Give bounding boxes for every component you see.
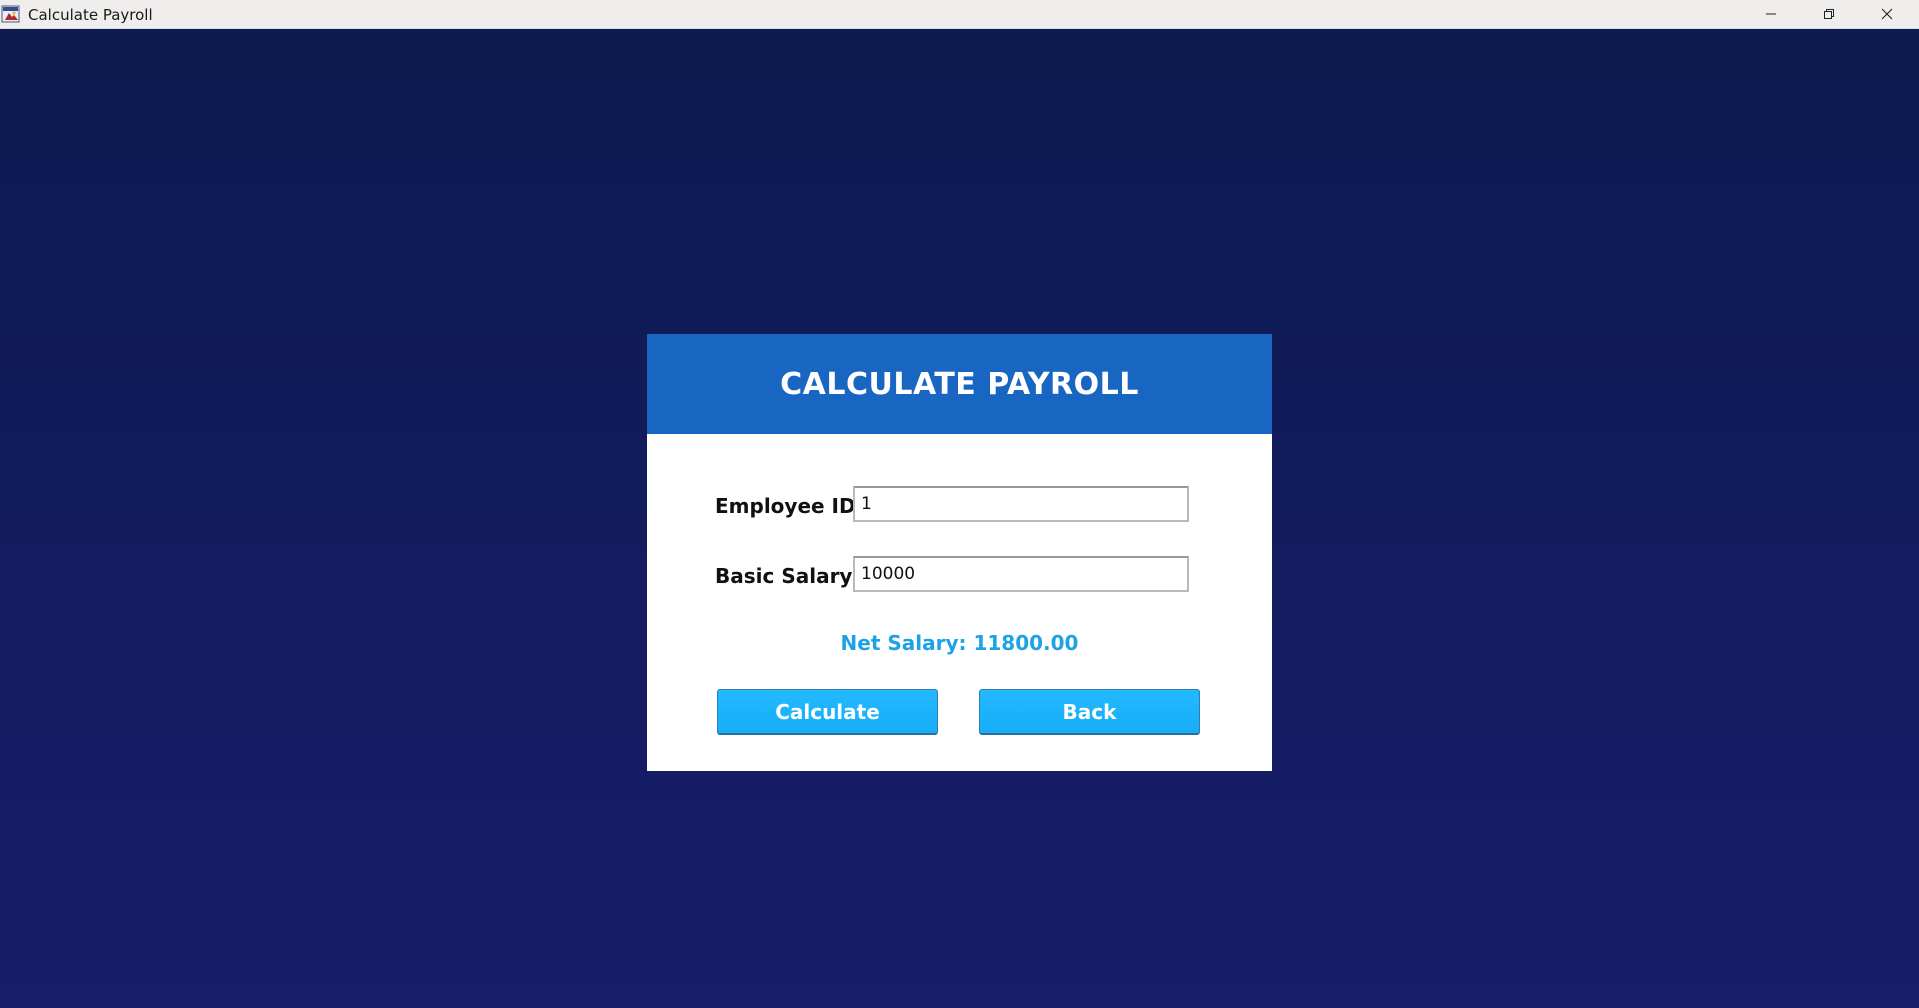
minimize-icon [1765, 8, 1777, 20]
basic-salary-label: Basic Salary: [715, 564, 861, 588]
window-title: Calculate Payroll [28, 6, 153, 24]
page-title: CALCULATE PAYROLL [780, 366, 1139, 402]
java-app-icon [1, 4, 21, 24]
restore-button[interactable] [1800, 0, 1858, 28]
app-window: Calculate Payroll CALCULATE PAYROLL Empl… [0, 0, 1919, 1008]
basic-salary-input[interactable] [853, 556, 1189, 592]
employee-id-input[interactable] [853, 486, 1189, 522]
net-salary-result: Net Salary: 11800.00 [840, 631, 1079, 655]
calculate-button[interactable]: Calculate [717, 689, 938, 735]
back-button[interactable]: Back [979, 689, 1200, 735]
restore-icon [1823, 8, 1835, 20]
payroll-panel: CALCULATE PAYROLL Employee ID: Basic Sal… [647, 334, 1272, 771]
close-button[interactable] [1858, 0, 1916, 28]
minimize-button[interactable] [1742, 0, 1800, 28]
title-bar[interactable]: Calculate Payroll [0, 0, 1919, 29]
close-icon [1881, 8, 1893, 20]
panel-header: CALCULATE PAYROLL [647, 334, 1272, 434]
window-content: CALCULATE PAYROLL Employee ID: Basic Sal… [0, 29, 1919, 1008]
employee-id-label: Employee ID: [715, 494, 864, 518]
